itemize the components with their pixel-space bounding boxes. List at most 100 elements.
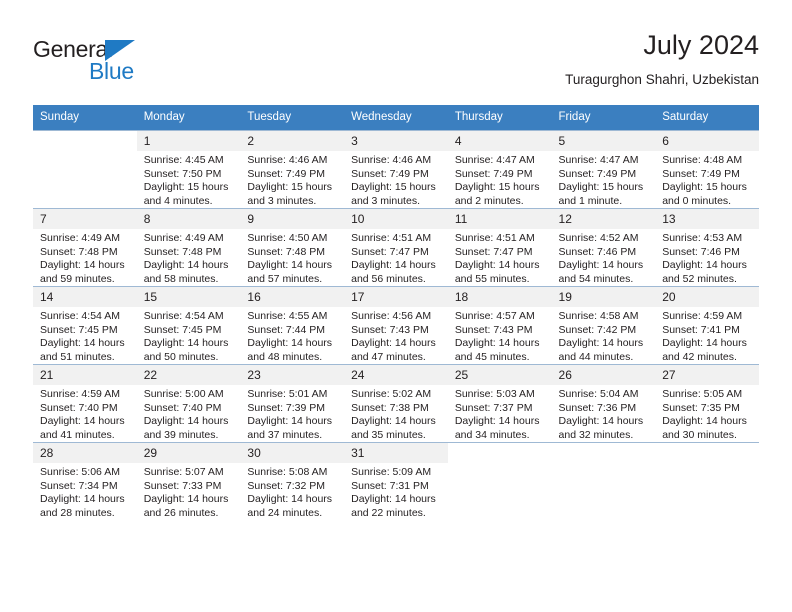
calendar-day-cell[interactable]: 28 Sunrise: 5:06 AM Sunset: 7:34 PM Dayligh… <box>33 442 137 520</box>
day-number: 4 <box>447 131 552 151</box>
daylight-text-line2: and 24 minutes. <box>247 506 323 519</box>
daylight-text-line1: Daylight: 14 hours <box>558 259 644 271</box>
calendar-week-row: 7 Sunrise: 4:49 AM Sunset: 7:48 PM Daylight… <box>33 208 759 287</box>
day-number: 18 <box>447 287 552 307</box>
calendar-day-cell[interactable]: 11 Sunrise: 4:51 AM Sunset: 7:47 PM Dayligh… <box>447 208 552 287</box>
sunset-text: Sunset: 7:50 PM <box>143 167 222 180</box>
calendar-day-cell[interactable]: 4 Sunrise: 4:47 AM Sunset: 7:49 PM Daylight… <box>447 130 552 209</box>
calendar-day-cell[interactable]: 7 Sunrise: 4:49 AM Sunset: 7:48 PM Daylight… <box>33 208 137 287</box>
daylight-text-line2: and 26 minutes. <box>143 506 219 519</box>
sunrise-text: Sunrise: 4:58 AM <box>558 310 639 322</box>
calendar-day-cell[interactable]: 21 Sunrise: 4:59 AM Sunset: 7:40 PM Dayligh… <box>33 364 137 443</box>
daylight-text-line1: Daylight: 14 hours <box>247 493 333 505</box>
sunrise-text: Sunrise: 5:07 AM <box>143 466 224 478</box>
day-number: 29 <box>136 443 241 463</box>
daylight-text-line1: Daylight: 14 hours <box>143 337 229 349</box>
sunrise-text: Sunrise: 4:49 AM <box>40 232 120 244</box>
calendar-day-cell-empty <box>655 442 759 520</box>
daylight-text-line1: Daylight: 15 hours <box>454 181 540 193</box>
daylight-text-line1: Daylight: 14 hours <box>40 493 125 505</box>
general-blue-logo[interactable]: General Blue <box>33 36 233 88</box>
daylight-text-line2: and 35 minutes. <box>351 428 426 441</box>
daylight-text-line2: and 28 minutes. <box>40 506 115 519</box>
day-number: 8 <box>136 209 241 229</box>
calendar-day-cell[interactable]: 13 Sunrise: 4:53 AM Sunset: 7:46 PM Dayligh… <box>655 208 759 287</box>
sunrise-text: Sunrise: 4:56 AM <box>351 310 432 322</box>
calendar-day-cell-empty <box>447 442 552 520</box>
calendar-day-cell[interactable]: 29 Sunrise: 5:07 AM Sunset: 7:33 PM Dayligh… <box>136 442 241 520</box>
calendar-day-cell[interactable]: 1 Sunrise: 4:45 AM Sunset: 7:50 PM Daylight… <box>136 130 241 209</box>
calendar-day-cell[interactable]: 14 Sunrise: 4:54 AM Sunset: 7:45 PM Dayligh… <box>33 286 137 365</box>
sunset-text: Sunset: 7:46 PM <box>662 245 740 258</box>
day-details: Sunrise: 4:56 AM Sunset: 7:43 PM Daylight:… <box>344 307 448 364</box>
day-number: 7 <box>33 209 137 229</box>
calendar-day-cell[interactable]: 10 Sunrise: 4:51 AM Sunset: 7:47 PM Dayligh… <box>344 208 448 287</box>
sunset-text: Sunset: 7:37 PM <box>454 401 533 414</box>
sunset-text: Sunset: 7:45 PM <box>40 323 118 336</box>
sunrise-text: Sunrise: 5:03 AM <box>454 388 535 400</box>
daylight-text-line2: and 4 minutes. <box>143 194 213 207</box>
sunrise-text: Sunrise: 4:53 AM <box>662 232 743 244</box>
sunset-text: Sunset: 7:40 PM <box>143 401 222 414</box>
calendar-day-cell[interactable]: 2 Sunrise: 4:46 AM Sunset: 7:49 PM Daylight… <box>240 130 345 209</box>
daylight-text-line2: and 0 minutes. <box>662 194 732 207</box>
calendar-day-cell[interactable]: 5 Sunrise: 4:47 AM Sunset: 7:49 PM Daylight… <box>551 130 656 209</box>
day-details: Sunrise: 4:54 AM Sunset: 7:45 PM Daylight:… <box>137 307 241 364</box>
calendar-day-cell[interactable]: 25 Sunrise: 5:03 AM Sunset: 7:37 PM Dayligh… <box>447 364 552 443</box>
sunrise-text: Sunrise: 5:02 AM <box>351 388 432 400</box>
day-details: Sunrise: 5:05 AM Sunset: 7:35 PM Daylight:… <box>655 385 759 442</box>
sunrise-text: Sunrise: 4:48 AM <box>662 154 743 166</box>
calendar-day-cell[interactable]: 3 Sunrise: 4:46 AM Sunset: 7:49 PM Daylight… <box>344 130 448 209</box>
sunset-text: Sunset: 7:49 PM <box>662 167 740 180</box>
day-number: 21 <box>33 365 137 385</box>
daylight-text-line2: and 39 minutes. <box>143 428 219 441</box>
sunset-text: Sunset: 7:48 PM <box>40 245 118 258</box>
calendar-day-cell[interactable]: 17 Sunrise: 4:56 AM Sunset: 7:43 PM Dayligh… <box>344 286 448 365</box>
day-number: 24 <box>344 365 448 385</box>
day-details: Sunrise: 5:01 AM Sunset: 7:39 PM Daylight:… <box>240 385 344 442</box>
day-number: 12 <box>551 209 656 229</box>
daylight-text-line1: Daylight: 14 hours <box>662 337 747 349</box>
calendar-day-cell[interactable]: 27 Sunrise: 5:05 AM Sunset: 7:35 PM Dayligh… <box>655 364 759 443</box>
daylight-text-line2: and 2 minutes. <box>454 194 524 207</box>
calendar-day-cell[interactable]: 26 Sunrise: 5:04 AM Sunset: 7:36 PM Dayligh… <box>551 364 656 443</box>
sunrise-text: Sunrise: 4:46 AM <box>351 154 432 166</box>
calendar-day-cell[interactable]: 23 Sunrise: 5:01 AM Sunset: 7:39 PM Dayligh… <box>240 364 345 443</box>
daylight-text-line1: Daylight: 15 hours <box>662 181 747 193</box>
day-number: 25 <box>447 365 552 385</box>
day-number: 6 <box>655 131 759 151</box>
calendar-day-cell[interactable]: 30 Sunrise: 5:08 AM Sunset: 7:32 PM Dayligh… <box>240 442 345 520</box>
sunrise-text: Sunrise: 5:06 AM <box>40 466 120 478</box>
day-details: Sunrise: 4:47 AM Sunset: 7:49 PM Daylight:… <box>552 151 656 208</box>
daylight-text-line1: Daylight: 14 hours <box>40 337 125 349</box>
sunset-text: Sunset: 7:38 PM <box>351 401 429 414</box>
day-details: Sunrise: 4:54 AM Sunset: 7:45 PM Daylight:… <box>33 307 137 364</box>
page-title: July 2024 <box>643 30 759 60</box>
calendar-day-cell[interactable]: 16 Sunrise: 4:55 AM Sunset: 7:44 PM Dayligh… <box>240 286 345 365</box>
calendar-day-cell[interactable]: 20 Sunrise: 4:59 AM Sunset: 7:41 PM Dayligh… <box>655 286 759 365</box>
daylight-text-line1: Daylight: 14 hours <box>351 415 436 427</box>
sunrise-text: Sunrise: 5:08 AM <box>247 466 328 478</box>
sunset-text: Sunset: 7:31 PM <box>351 479 429 492</box>
daylight-text-line2: and 54 minutes. <box>558 272 634 285</box>
daylight-text-line2: and 52 minutes. <box>662 272 737 285</box>
calendar-day-cell[interactable]: 31 Sunrise: 5:09 AM Sunset: 7:31 PM Dayligh… <box>344 442 448 520</box>
calendar-day-cell[interactable]: 15 Sunrise: 4:54 AM Sunset: 7:45 PM Dayligh… <box>136 286 241 365</box>
day-number: 16 <box>240 287 345 307</box>
calendar-day-cell[interactable]: 8 Sunrise: 4:49 AM Sunset: 7:48 PM Daylight… <box>136 208 241 287</box>
calendar-day-cell[interactable]: 9 Sunrise: 4:50 AM Sunset: 7:48 PM Daylight… <box>240 208 345 287</box>
sunset-text: Sunset: 7:49 PM <box>454 167 533 180</box>
calendar-day-cell[interactable]: 12 Sunrise: 4:52 AM Sunset: 7:46 PM Dayligh… <box>551 208 656 287</box>
day-details: Sunrise: 4:58 AM Sunset: 7:42 PM Daylight:… <box>552 307 656 364</box>
calendar-day-cell[interactable]: 6 Sunrise: 4:48 AM Sunset: 7:49 PM Daylight… <box>655 130 759 209</box>
calendar-day-cell[interactable]: 18 Sunrise: 4:57 AM Sunset: 7:43 PM Dayligh… <box>447 286 552 365</box>
day-details: Sunrise: 5:00 AM Sunset: 7:40 PM Daylight:… <box>137 385 241 442</box>
calendar-day-cell[interactable]: 24 Sunrise: 5:02 AM Sunset: 7:38 PM Dayligh… <box>344 364 448 443</box>
sunset-text: Sunset: 7:43 PM <box>351 323 429 336</box>
day-number: 5 <box>551 131 656 151</box>
daylight-text-line1: Daylight: 14 hours <box>351 493 436 505</box>
sunrise-text: Sunrise: 4:57 AM <box>454 310 535 322</box>
calendar-day-cell[interactable]: 19 Sunrise: 4:58 AM Sunset: 7:42 PM Dayligh… <box>551 286 656 365</box>
sunset-text: Sunset: 7:47 PM <box>351 245 429 258</box>
calendar-day-cell[interactable]: 22 Sunrise: 5:00 AM Sunset: 7:40 PM Dayligh… <box>136 364 241 443</box>
